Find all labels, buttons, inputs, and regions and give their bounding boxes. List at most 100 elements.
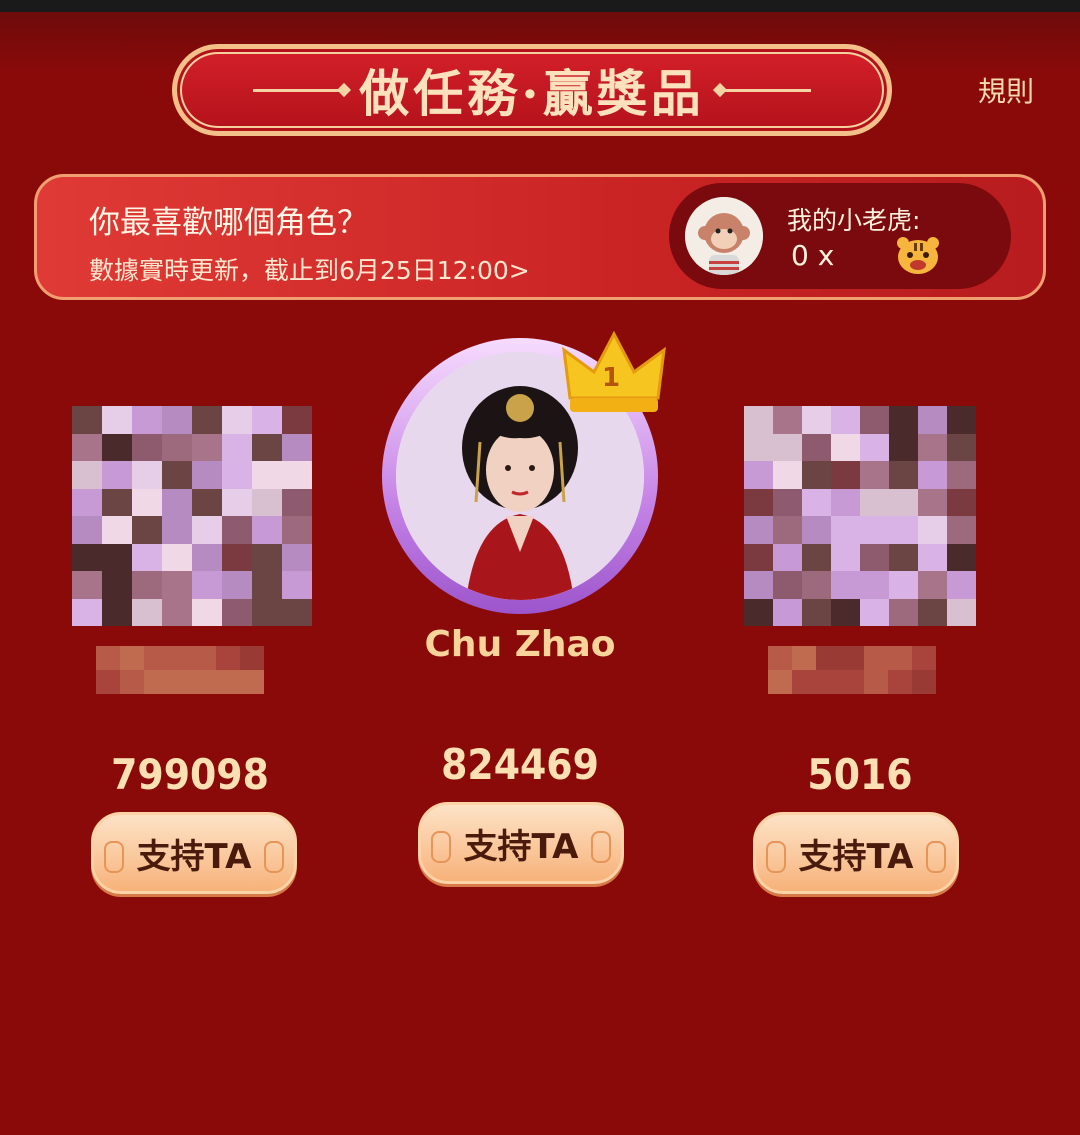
mosaic-tile	[222, 516, 252, 544]
mosaic-tile	[252, 406, 282, 434]
mosaic-tile	[162, 406, 192, 434]
mosaic-tile	[120, 646, 144, 670]
mosaic-tile	[912, 670, 936, 694]
mosaic-tile	[744, 433, 773, 461]
mosaic-tile	[282, 516, 312, 544]
mosaic-tile	[222, 406, 252, 434]
mosaic-tile	[792, 646, 816, 670]
mosaic-tile	[72, 461, 102, 489]
mosaic-tile	[282, 598, 312, 626]
mosaic-tile	[802, 516, 831, 544]
mosaic-tile	[860, 433, 889, 461]
mosaic-tile	[889, 406, 918, 434]
mosaic-tile	[860, 406, 889, 434]
mosaic-tile	[802, 433, 831, 461]
mosaic-tile	[918, 543, 947, 571]
mosaic-tile	[282, 571, 312, 599]
mosaic-tile	[162, 461, 192, 489]
mosaic-tile	[162, 571, 192, 599]
mosaic-tile	[889, 543, 918, 571]
mosaic-tile	[947, 598, 976, 626]
mosaic-tile	[72, 516, 102, 544]
mosaic-tile	[802, 488, 831, 516]
mosaic-tile	[132, 406, 162, 434]
mosaic-tile	[831, 571, 860, 599]
mosaic-tile	[144, 646, 168, 670]
poll-deadline-link[interactable]: 數據實時更新，截止到6月25日12:00>	[89, 251, 530, 287]
mosaic-tile	[102, 488, 132, 516]
mosaic-tile	[918, 406, 947, 434]
mosaic-tile	[768, 646, 792, 670]
support-button-center[interactable]: 支持TA	[418, 802, 624, 884]
mosaic-tile	[282, 461, 312, 489]
my-tiger-panel[interactable]: 我的小老虎: 0 x	[669, 183, 1011, 289]
mosaic-tile	[947, 406, 976, 434]
mosaic-tile	[162, 488, 192, 516]
poll-card: 你最喜歡哪個角色？ 數據實時更新，截止到6月25日12:00> 我的小老虎: 0…	[34, 174, 1046, 300]
mosaic-tile	[132, 598, 162, 626]
mosaic-tile	[860, 488, 889, 516]
mosaic-tile	[744, 406, 773, 434]
mosaic-tile	[240, 646, 264, 670]
mosaic-tile	[102, 543, 132, 571]
rules-link[interactable]: 規則	[978, 70, 1034, 110]
mosaic-tile	[222, 433, 252, 461]
mosaic-tile	[864, 646, 888, 670]
mosaic-tile	[96, 670, 120, 694]
mosaic-tile	[192, 406, 222, 434]
mosaic-tile	[144, 670, 168, 694]
candidate-avatar-left[interactable]	[72, 406, 312, 626]
mosaic-tile	[162, 516, 192, 544]
vote-count-left: 799098	[111, 750, 269, 799]
mosaic-tile	[802, 571, 831, 599]
mosaic-tile	[889, 516, 918, 544]
mosaic-tile	[888, 646, 912, 670]
mosaic-tile	[168, 646, 192, 670]
mosaic-tile	[918, 571, 947, 599]
mosaic-tile	[96, 646, 120, 670]
mosaic-tile	[72, 598, 102, 626]
mosaic-tile	[192, 461, 222, 489]
mosaic-tile	[252, 461, 282, 489]
mosaic-tile	[168, 670, 192, 694]
rank-crown-icon: 1	[560, 328, 668, 420]
mosaic-tile	[947, 543, 976, 571]
support-button-left[interactable]: 支持TA	[91, 812, 297, 894]
mosaic-tile	[889, 433, 918, 461]
mosaic-tile	[132, 433, 162, 461]
status-bar	[0, 0, 1080, 12]
my-tiger-count: 0 x	[791, 239, 835, 272]
mosaic-tile	[252, 598, 282, 626]
mosaic-tile	[72, 571, 102, 599]
candidate-avatar-right[interactable]	[744, 406, 976, 626]
mosaic-tile	[282, 406, 312, 434]
mosaic-tile	[802, 406, 831, 434]
mosaic-tile	[102, 516, 132, 544]
event-banner: 做任務·贏獎品	[172, 44, 892, 136]
avatar	[685, 197, 763, 275]
mosaic-tile	[831, 488, 860, 516]
mosaic-tile	[860, 598, 889, 626]
mosaic-tile	[831, 598, 860, 626]
mosaic-tile	[918, 598, 947, 626]
mosaic-tile	[192, 598, 222, 626]
support-button-right[interactable]: 支持TA	[753, 812, 959, 894]
mosaic-tile	[282, 433, 312, 461]
mosaic-tile	[918, 516, 947, 544]
mosaic-tile	[102, 571, 132, 599]
mosaic-tile	[216, 670, 240, 694]
mosaic-tile	[192, 670, 216, 694]
mosaic-tile	[72, 406, 102, 434]
mosaic-tile	[222, 598, 252, 626]
banner-ornament-right	[720, 88, 811, 92]
mosaic-tile	[240, 670, 264, 694]
mosaic-tile	[889, 571, 918, 599]
mosaic-tile	[282, 488, 312, 516]
mosaic-tile	[802, 598, 831, 626]
mosaic-tile	[102, 406, 132, 434]
mosaic-tile	[792, 670, 816, 694]
mosaic-tile	[860, 516, 889, 544]
rank-number: 1	[602, 363, 620, 393]
mosaic-tile	[252, 543, 282, 571]
mosaic-tile	[252, 433, 282, 461]
